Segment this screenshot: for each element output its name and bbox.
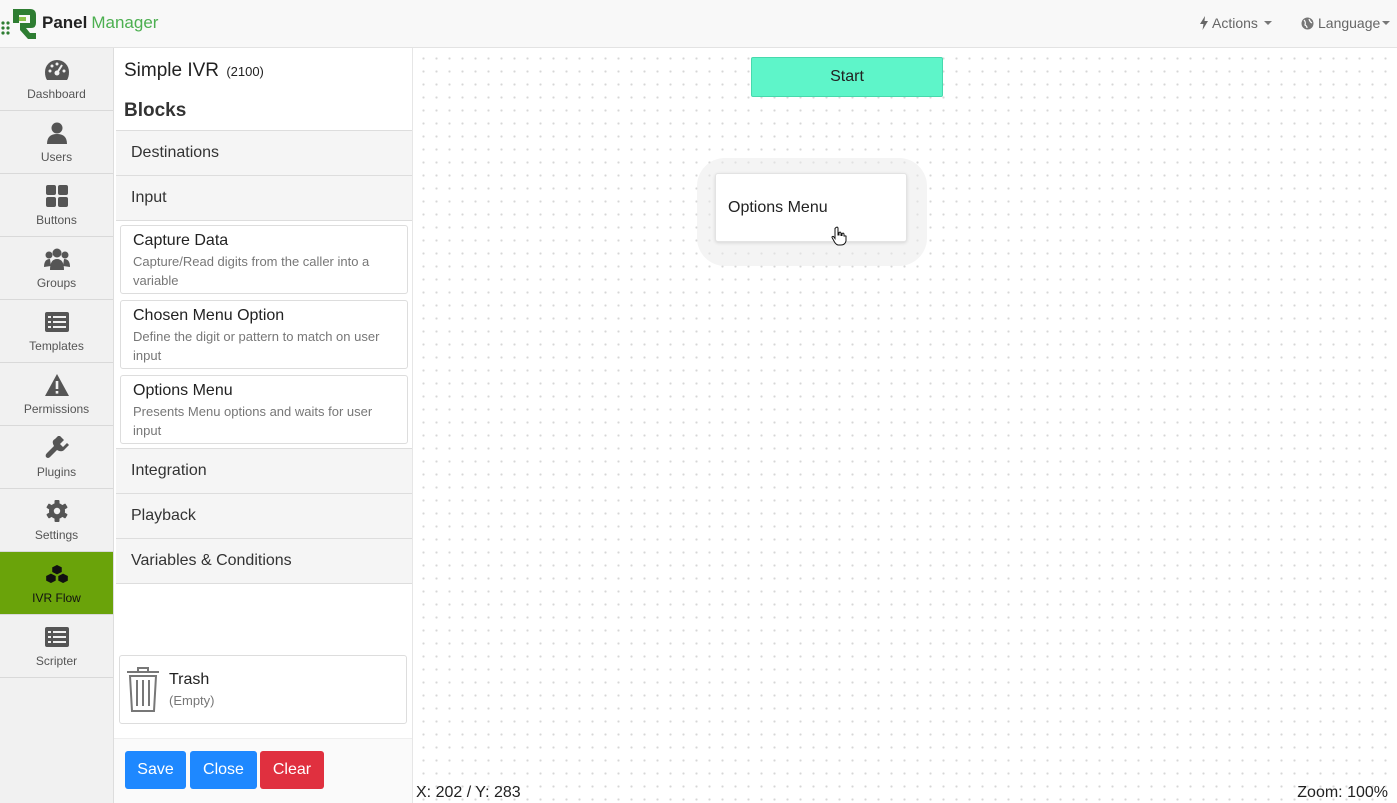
panel-manager-logo-icon [1, 9, 36, 39]
block-title: Options Menu [133, 382, 233, 399]
start-node[interactable]: Start [751, 57, 943, 97]
brand[interactable]: Panel Manager [0, 0, 158, 46]
input-blocks-list: Capture Data Capture/Read digits from th… [116, 221, 412, 449]
brand-name-bold: Panel [42, 13, 88, 32]
cursor-coordinates: X: 202 / Y: 283 [416, 784, 521, 801]
sidebar-item-permissions[interactable]: Permissions [0, 363, 113, 426]
grid-icon [45, 184, 68, 207]
sidebar-item-label: Plugins [36, 464, 77, 479]
list-icon [44, 311, 69, 332]
category-input[interactable]: Input [116, 176, 412, 221]
language-label: Language [1318, 15, 1381, 31]
block-title: Chosen Menu Option [133, 307, 285, 324]
zoom-level: Zoom: 100% [1297, 784, 1388, 801]
trash-text: Trash (Empty) [169, 671, 215, 708]
actions-dropdown[interactable]: Actions [1200, 0, 1272, 46]
sidebar-item-groups[interactable]: Groups [0, 237, 113, 300]
bolt-icon [1200, 16, 1208, 30]
blocks-accordion: Destinations Input Capture Data Capture/… [116, 130, 412, 584]
plug-icon [45, 435, 69, 458]
sidebar-item-ivr-flow[interactable]: IVR Flow [0, 552, 113, 615]
hand-cursor-icon [831, 226, 847, 246]
sidebar-item-label: Users [40, 149, 73, 164]
sidebar-item-settings[interactable]: Settings [0, 489, 113, 552]
group-icon [43, 248, 70, 270]
gear-icon [46, 499, 67, 522]
trash-icon [127, 666, 159, 712]
sidebar-item-label: Dashboard [27, 86, 86, 101]
cubes-icon [44, 563, 69, 584]
sidebar-item-buttons[interactable]: Buttons [0, 174, 113, 237]
category-playback[interactable]: Playback [116, 494, 412, 539]
caret-down-icon [1382, 21, 1391, 25]
sidebar-item-label: Settings [34, 527, 79, 542]
sidebar-item-scripter[interactable]: Scripter [0, 615, 113, 678]
block-description: Presents Menu options and waits for user… [133, 404, 373, 438]
actions-label: Actions [1212, 15, 1258, 31]
trash-dropzone[interactable]: Trash (Empty) [119, 655, 407, 724]
sidebar-item-plugins[interactable]: Plugins [0, 426, 113, 489]
sidebar-item-label: Groups [36, 275, 77, 290]
main-sidebar: Dashboard Users Buttons Groups Templates… [0, 48, 114, 803]
category-variables-conditions[interactable]: Variables & Conditions [116, 539, 412, 584]
blocks-panel: Simple IVR (2100) Blocks Destinations In… [114, 48, 413, 803]
ivr-name: Simple IVR [124, 60, 220, 81]
category-integration[interactable]: Integration [116, 449, 412, 494]
sidebar-item-label: IVR Flow [32, 590, 81, 605]
block-options-menu[interactable]: Options Menu Presents Menu options and w… [120, 375, 408, 444]
sidebar-item-label: Permissions [23, 401, 90, 416]
block-title: Capture Data [133, 232, 229, 249]
user-icon [46, 122, 67, 144]
caret-down-icon [1263, 21, 1272, 25]
sidebar-item-dashboard[interactable]: Dashboard [0, 48, 113, 111]
trash-title: Trash [169, 671, 210, 688]
sidebar-item-users[interactable]: Users [0, 111, 113, 174]
action-bar: Save Close Clear [114, 738, 412, 803]
block-chosen-menu-option[interactable]: Chosen Menu Option Define the digit or p… [120, 300, 408, 369]
language-dropdown[interactable]: Language [1301, 0, 1391, 46]
clear-button[interactable]: Clear [260, 751, 324, 789]
options-menu-node[interactable]: Options Menu [715, 173, 907, 242]
top-navbar: Panel Manager Actions Language [0, 0, 1397, 48]
brand-name: Panel Manager [42, 13, 158, 33]
dashboard-icon [44, 59, 69, 80]
blocks-heading: Blocks [124, 100, 187, 121]
globe-icon [1301, 17, 1314, 29]
ivr-id: (2100) [226, 64, 264, 79]
warning-icon [44, 373, 69, 396]
save-button[interactable]: Save [125, 751, 186, 789]
sidebar-item-label: Scripter [35, 653, 78, 668]
brand-name-light: Manager [91, 13, 159, 32]
block-description: Capture/Read digits from the caller into… [133, 254, 370, 288]
ivr-title: Simple IVR (2100) [124, 60, 264, 82]
sidebar-item-label: Buttons [36, 212, 77, 227]
sidebar-item-label: Templates [29, 338, 84, 353]
trash-status: (Empty) [169, 693, 215, 708]
block-capture-data[interactable]: Capture Data Capture/Read digits from th… [120, 225, 408, 294]
sidebar-item-templates[interactable]: Templates [0, 300, 113, 363]
flow-canvas[interactable]: Start Options Menu X: 202 / Y: 283 Zoom:… [413, 48, 1397, 803]
list-icon [44, 626, 69, 647]
close-button[interactable]: Close [190, 751, 257, 789]
block-description: Define the digit or pattern to match on … [133, 329, 380, 363]
category-destinations[interactable]: Destinations [116, 131, 412, 176]
